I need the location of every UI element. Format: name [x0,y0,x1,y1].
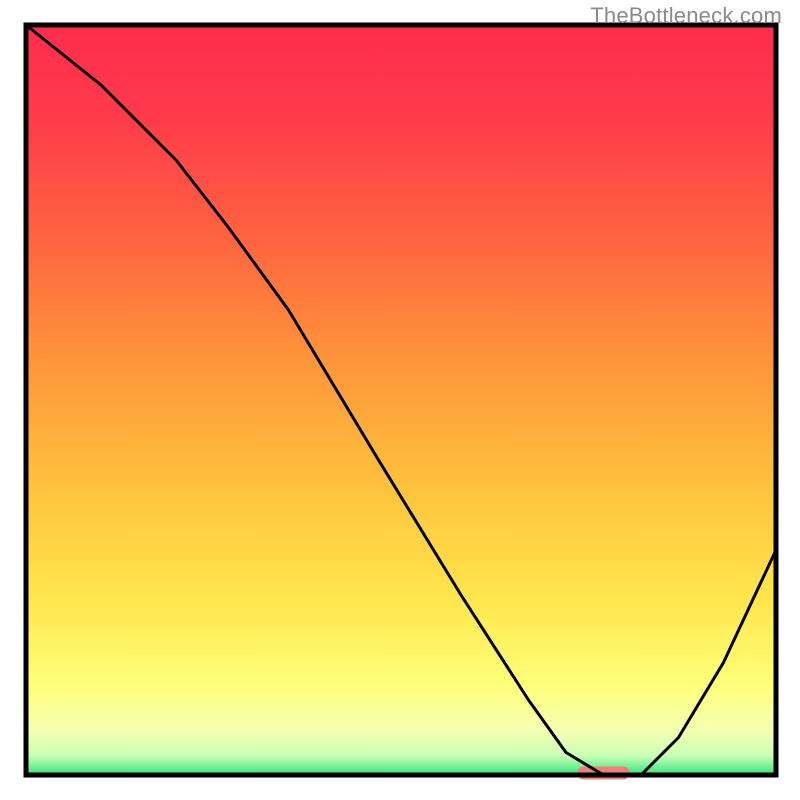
gradient-background [26,25,776,775]
watermark-text: TheBottleneck.com [590,3,782,29]
bottleneck-chart [0,0,800,800]
chart-canvas: TheBottleneck.com [0,0,800,800]
